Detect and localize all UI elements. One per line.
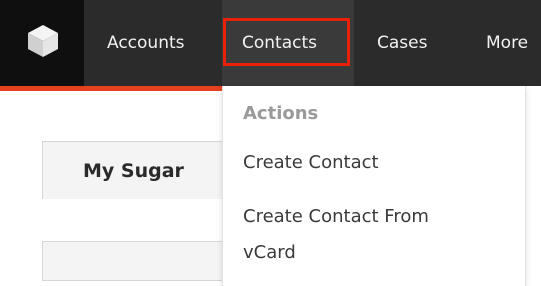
tab-my-sugar-label: My Sugar bbox=[83, 160, 184, 182]
tab-my-sugar[interactable]: My Sugar bbox=[42, 141, 232, 199]
tab-cases-label: Cases bbox=[377, 33, 428, 53]
logo-button[interactable] bbox=[0, 0, 84, 86]
tab-contacts[interactable]: Contacts bbox=[222, 0, 354, 86]
tab-accounts[interactable]: Accounts bbox=[107, 0, 185, 86]
sugar-cube-icon bbox=[28, 25, 58, 57]
dashlet-panel bbox=[42, 241, 232, 281]
tab-cases[interactable]: Cases bbox=[377, 0, 427, 86]
contacts-dropdown-menu: Actions Create Contact Create Contact Fr… bbox=[222, 86, 526, 286]
tab-accounts-label: Accounts bbox=[107, 33, 185, 53]
tab-more-label: More bbox=[486, 33, 529, 53]
tab-more[interactable]: More bbox=[486, 0, 528, 86]
menu-item-create-contact-from-vcard[interactable]: Create Contact From vCard bbox=[243, 199, 483, 271]
tab-contacts-label: Contacts bbox=[242, 33, 317, 53]
menu-item-create-contact[interactable]: Create Contact bbox=[243, 145, 379, 181]
top-navigation-bar: Accounts Contacts Cases More bbox=[0, 0, 541, 86]
accent-underline bbox=[0, 86, 222, 91]
actions-section-header: Actions bbox=[243, 103, 319, 124]
